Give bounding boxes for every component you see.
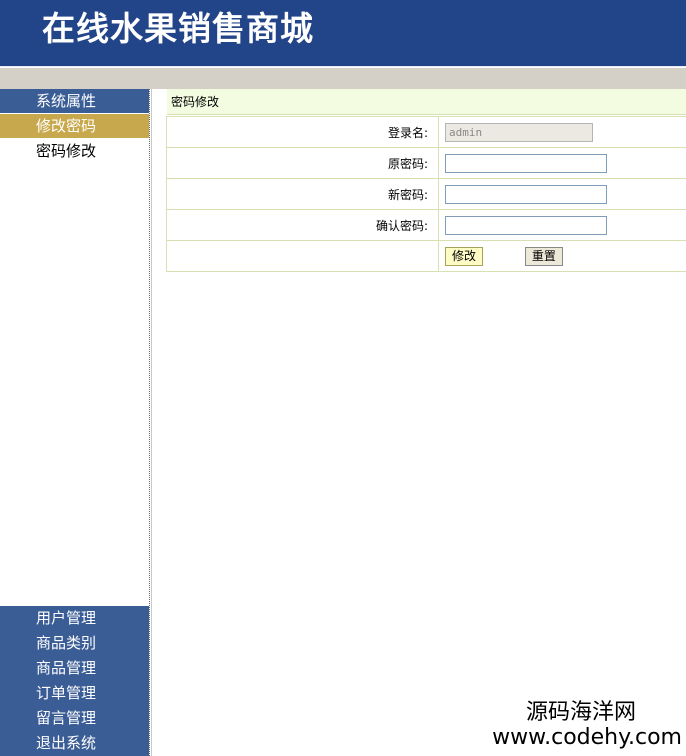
menu-item-message-management[interactable]: 留言管理: [0, 706, 149, 731]
page-title: 密码修改: [167, 89, 686, 115]
sidebar-item-change-password[interactable]: 修改密码: [0, 114, 149, 138]
old-password-input[interactable]: [445, 153, 607, 173]
form-row-confirm-password: 确认密码:: [166, 209, 686, 241]
sidebar-item-password-modify[interactable]: 密码修改: [0, 139, 149, 163]
menu-item-product-management[interactable]: 商品管理: [0, 656, 149, 681]
form-row-username: 登录名:: [166, 116, 686, 148]
submit-button[interactable]: 修改: [445, 246, 484, 266]
menu-item-order-management[interactable]: 订单管理: [0, 681, 149, 706]
app-header: 在线水果销售商城: [0, 0, 686, 67]
username-label: 登录名:: [166, 116, 439, 148]
sidebar-divider: [149, 89, 152, 756]
old-password-label: 原密码:: [166, 147, 439, 179]
watermark-text-cn: 源码海洋网: [525, 700, 636, 725]
confirm-password-label: 确认密码:: [166, 209, 439, 241]
watermark: 源码海洋网 www.codehy.com: [492, 700, 682, 750]
menu-item-logout[interactable]: 退出系统: [0, 731, 149, 756]
confirm-password-input[interactable]: [445, 215, 607, 235]
username-field: [445, 122, 593, 142]
new-password-label: 新密码:: [166, 178, 439, 210]
password-form: 登录名: 原密码: 新密码: 确认密码: 修改: [166, 116, 686, 272]
menu-item-user-management[interactable]: 用户管理: [0, 606, 149, 631]
reset-button[interactable]: 重置: [524, 246, 563, 266]
form-row-new-password: 新密码:: [166, 178, 686, 210]
form-row-actions: 修改 重置: [166, 240, 686, 272]
main-content: 密码修改 登录名: 原密码: 新密码: 确认密码:: [153, 89, 686, 756]
watermark-text-url: www.codehy.com: [492, 725, 682, 750]
sidebar-section-title: 系统属性: [0, 89, 149, 113]
bottom-menu: 用户管理 商品类别 商品管理 订单管理 留言管理 退出系统: [0, 606, 149, 756]
app-title: 在线水果销售商城: [42, 9, 314, 48]
menu-item-product-category[interactable]: 商品类别: [0, 631, 149, 656]
new-password-input[interactable]: [445, 184, 607, 204]
form-row-old-password: 原密码:: [166, 147, 686, 179]
toolbar-strip: [0, 68, 686, 89]
